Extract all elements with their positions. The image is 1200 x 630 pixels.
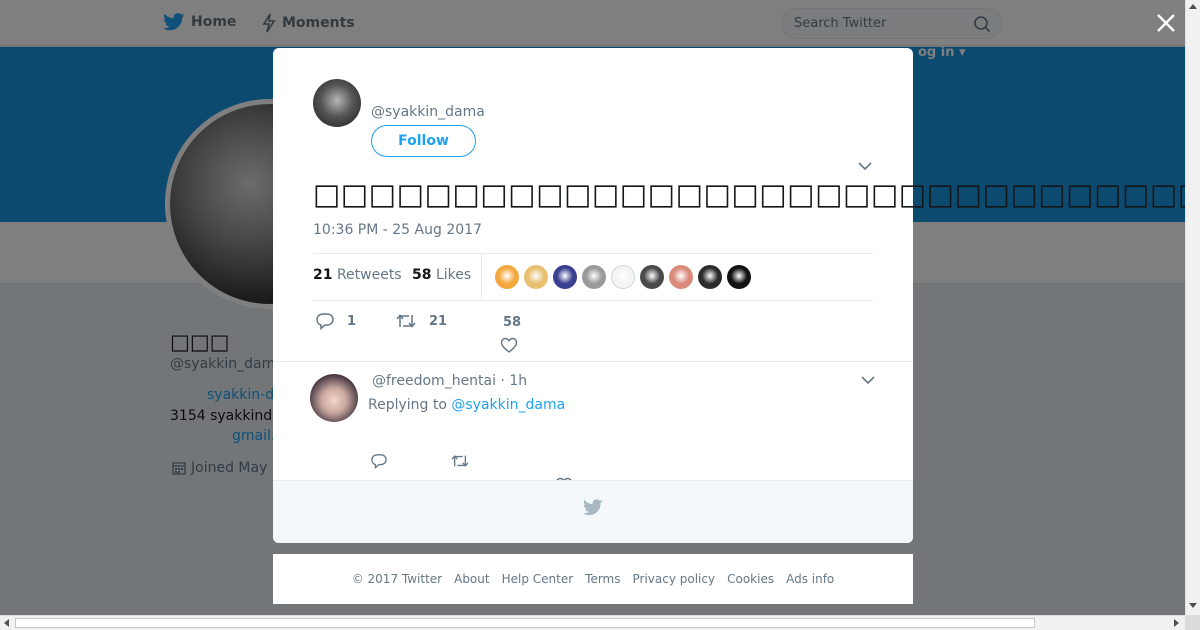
footer-link-help-center[interactable]: Help Center — [502, 572, 574, 586]
scroll-right-arrow[interactable] — [1174, 619, 1179, 627]
retweets-label: Retweets — [336, 267, 402, 283]
scroll-left-arrow[interactable] — [4, 619, 9, 627]
liker-avatar[interactable] — [524, 265, 548, 289]
chevron-down-icon[interactable] — [857, 161, 873, 171]
footer-link-privacy-policy[interactable]: Privacy policy — [633, 572, 716, 586]
tweet-text: □□□□□□□□□□□□□□□□□□□□□□□□□□□□□□□□□□□□□□□□… — [313, 177, 1185, 211]
footer-link-ads-info[interactable]: Ads info — [786, 572, 834, 586]
scroll-down-arrow[interactable] — [1189, 603, 1197, 608]
modal-footer — [273, 480, 913, 543]
retweet-icon[interactable] — [450, 453, 470, 469]
likes-label: Likes — [435, 267, 472, 283]
follow-button[interactable]: Follow — [371, 125, 476, 157]
page-footer: © 2017 Twitter About Help Center Terms P… — [273, 554, 913, 604]
retweet-count: 21 — [429, 313, 448, 329]
replying-to: Replying to @syakkin_dama — [368, 397, 565, 413]
retweets-stat[interactable]: 21 Retweets — [313, 267, 402, 283]
liker-avatar[interactable] — [582, 265, 606, 289]
footer-link-terms[interactable]: Terms — [585, 572, 620, 586]
liker-avatar[interactable] — [669, 265, 693, 289]
like-count: 58 — [503, 315, 522, 330]
reply-icon — [316, 313, 334, 330]
retweet-icon — [396, 314, 416, 328]
liker-avatar[interactable] — [698, 265, 722, 289]
tweet-stats: 21 Retweets 58 Likes — [313, 253, 873, 301]
heart-icon[interactable] — [500, 337, 518, 353]
chevron-down-icon[interactable] — [860, 375, 876, 385]
reply-count: 1 — [347, 313, 357, 329]
stats-divider — [481, 254, 482, 300]
reply-icon[interactable] — [370, 453, 388, 469]
reply-button[interactable]: 1 — [315, 312, 356, 330]
liker-avatar[interactable] — [495, 265, 519, 289]
reply-author-avatar[interactable] — [310, 374, 358, 422]
scrollbar-corner — [1185, 615, 1200, 630]
twitter-bird-icon — [583, 499, 603, 516]
horizontal-scroll-thumb[interactable] — [15, 618, 1035, 628]
likes-count: 58 — [412, 267, 432, 283]
liker-avatar[interactable] — [727, 265, 751, 289]
close-icon[interactable] — [1154, 11, 1178, 35]
replying-to-link[interactable]: @syakkin_dama — [451, 397, 565, 413]
horizontal-scrollbar[interactable] — [0, 615, 1185, 630]
liker-avatar[interactable] — [611, 265, 635, 289]
tweet-author-avatar[interactable] — [313, 79, 361, 127]
footer-link-cookies[interactable]: Cookies — [727, 572, 774, 586]
tweet-timestamp[interactable]: 10:36 PM - 25 Aug 2017 — [313, 222, 482, 238]
reply-tweet[interactable]: @freedom_hentai · 1h Replying to @syakki… — [273, 362, 913, 493]
footer-link-about[interactable]: About — [454, 572, 489, 586]
liker-avatar[interactable] — [640, 265, 664, 289]
likes-stat[interactable]: 58 Likes — [412, 267, 471, 283]
retweets-count: 21 — [313, 267, 333, 283]
tweet-actions: 1 21 58 — [313, 312, 873, 360]
retweet-button[interactable]: 21 — [395, 312, 447, 330]
liker-avatar[interactable] — [553, 265, 577, 289]
vertical-scrollbar[interactable] — [1185, 0, 1200, 615]
replying-prefix: Replying to — [368, 397, 447, 413]
likers-avatars — [495, 265, 751, 289]
reply-header[interactable]: @freedom_hentai · 1h — [372, 373, 527, 389]
tweet-author-handle[interactable]: @syakkin_dama — [371, 104, 485, 120]
footer-copyright: © 2017 Twitter — [351, 572, 443, 586]
tweet-modal: @syakkin_dama Follow □□□□□□□□□□□□□□□□□□□… — [273, 48, 1185, 543]
scroll-up-arrow[interactable] — [1189, 4, 1197, 9]
